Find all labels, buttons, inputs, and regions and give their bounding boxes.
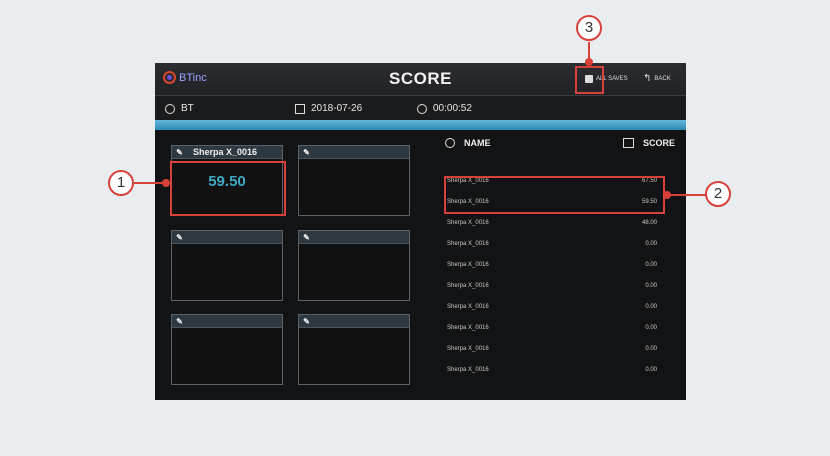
row-score: 0.00 — [645, 325, 657, 331]
name-column-header: NAME — [445, 138, 491, 148]
edit-icon[interactable]: ✎ — [175, 148, 184, 157]
person-icon — [445, 138, 455, 148]
edit-icon[interactable]: ✎ — [302, 233, 311, 242]
score-column-header: SCORE — [623, 138, 675, 148]
user-info: BT — [165, 103, 194, 114]
row-score: 0.00 — [645, 346, 657, 352]
row-name: Sherpa X_0016 — [447, 304, 489, 310]
list-row[interactable]: Sherpa X_0016 0.00 — [447, 281, 657, 293]
list-row[interactable]: Sherpa X_0016 48.00 — [447, 218, 657, 230]
clock-icon — [417, 103, 427, 114]
row-name: Sherpa X_0016 — [447, 367, 489, 373]
calendar-icon — [295, 103, 305, 114]
back-label: BACK — [654, 76, 671, 82]
row-name: Sherpa X_0016 — [447, 283, 489, 289]
list-row[interactable]: Sherpa X_0016 0.00 — [447, 239, 657, 251]
edit-icon[interactable]: ✎ — [302, 148, 311, 157]
card-header: ✎ — [299, 146, 409, 159]
score-card[interactable]: ✎ — [298, 230, 410, 301]
user-name: BT — [181, 103, 194, 114]
row-score: 48.00 — [641, 220, 657, 226]
session-progress-bar — [155, 120, 686, 130]
card-header: ✎ — [172, 315, 282, 328]
edit-icon[interactable]: ✎ — [175, 317, 184, 326]
time-info: 00:00:52 — [417, 103, 472, 114]
info-bar: BT 2018-07-26 00:00:52 — [155, 96, 686, 120]
row-score: 0.00 — [645, 241, 657, 247]
row-name: Sherpa X_0016 — [447, 241, 489, 247]
date-info: 2018-07-26 — [295, 103, 362, 114]
row-name: Sherpa X_0016 — [447, 346, 489, 352]
edit-icon[interactable]: ✎ — [302, 317, 311, 326]
back-arrow-icon: ↰ — [643, 73, 652, 84]
edit-icon[interactable]: ✎ — [175, 233, 184, 242]
back-button[interactable]: ↰ BACK — [643, 73, 671, 84]
callout-dot-1 — [162, 179, 170, 187]
highlight-box-saves — [575, 66, 604, 94]
row-score: 0.00 — [645, 304, 657, 310]
list-row[interactable]: Sherpa X_0016 0.00 — [447, 365, 657, 377]
session-time: 00:00:52 — [433, 103, 472, 114]
score-card[interactable]: ✎ — [171, 314, 283, 385]
card-header: ✎ — [299, 315, 409, 328]
name-header-label: NAME — [464, 138, 491, 148]
callout-1: 1 — [108, 170, 134, 196]
list-row[interactable]: Sherpa X_0016 0.00 — [447, 344, 657, 356]
score-card[interactable]: ✎ — [298, 314, 410, 385]
highlight-box-list — [444, 176, 665, 214]
card-header: ✎ — [299, 231, 409, 244]
callout-dot-2 — [663, 191, 671, 199]
highlight-box-card — [170, 161, 286, 216]
row-name: Sherpa X_0016 — [447, 262, 489, 268]
user-group-icon — [165, 103, 175, 114]
list-row[interactable]: Sherpa X_0016 0.00 — [447, 260, 657, 272]
callout-dot-3 — [585, 58, 593, 66]
row-name: Sherpa X_0016 — [447, 325, 489, 331]
callout-3: 3 — [576, 15, 602, 41]
row-score: 0.00 — [645, 367, 657, 373]
app-screen: BTinc SCORE ALL SAVES ↰ BACK BT 2018-07-… — [155, 63, 686, 400]
card-header: ✎ — [172, 231, 282, 244]
list-row[interactable]: Sherpa X_0016 0.00 — [447, 302, 657, 314]
score-card[interactable]: ✎ — [298, 145, 410, 216]
session-date: 2018-07-26 — [311, 103, 363, 114]
score-header-label: SCORE — [643, 138, 676, 148]
card-header: ✎ Sherpa X_0016 — [172, 146, 282, 159]
callout-line-2 — [667, 194, 706, 196]
list-row[interactable]: Sherpa X_0016 0.00 — [447, 323, 657, 335]
callout-2: 2 — [705, 181, 731, 207]
row-name: Sherpa X_0016 — [447, 220, 489, 226]
top-bar: BTinc SCORE ALL SAVES ↰ BACK — [155, 63, 686, 96]
card-name: Sherpa X_0016 — [193, 147, 258, 157]
row-score: 0.00 — [645, 283, 657, 289]
score-card[interactable]: ✎ — [171, 230, 283, 301]
scoreboard-icon — [623, 138, 634, 148]
progress-fill — [155, 120, 686, 130]
row-score: 0.00 — [645, 262, 657, 268]
